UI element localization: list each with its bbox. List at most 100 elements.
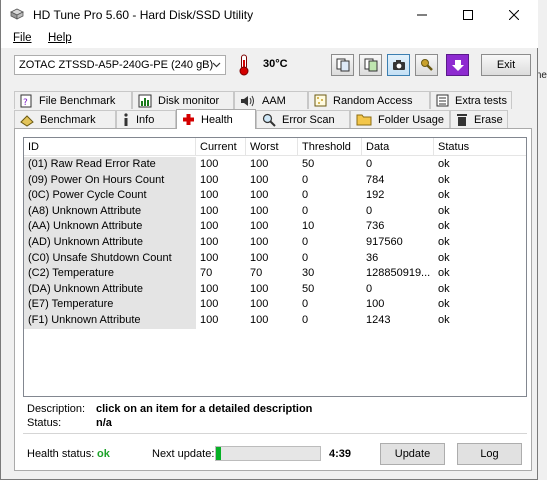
table-row[interactable]: (09) Power On Hours Count 100 100 0 784 ok: [24, 172, 526, 189]
folder-icon: [356, 114, 372, 126]
drive-select[interactable]: ZOTAC ZTSSD-A5P-240G-PE (240 gB): [14, 55, 226, 75]
description-label: Description:: [27, 403, 86, 415]
column-header-status[interactable]: Status: [434, 138, 528, 156]
cell-worst: 100: [250, 220, 269, 233]
column-header-data[interactable]: Data: [362, 138, 434, 156]
magnifier-icon: [262, 113, 276, 127]
cell-worst: 100: [250, 314, 269, 326]
cell-id: (AA) Unknown Attribute: [24, 219, 196, 235]
tab-file-benchmark[interactable]: ? File Benchmark: [14, 91, 132, 109]
health-cross-icon: [183, 114, 194, 125]
health-status-label: Health status:: [27, 448, 95, 460]
save-info-button[interactable]: [359, 54, 382, 76]
cell-data: 1243: [366, 314, 391, 326]
cell-threshold: 0: [302, 314, 309, 326]
cell-current: 100: [200, 173, 219, 186]
cell-id: (F1) Unknown Attribute: [24, 313, 196, 329]
table-row[interactable]: (DA) Unknown Attribute 100 100 50 0 ok: [24, 281, 526, 298]
tab-label: Extra tests: [455, 94, 507, 107]
maximize-button[interactable]: [445, 0, 491, 30]
tab-erase[interactable]: Erase: [450, 110, 508, 128]
status-label: Status:: [27, 417, 62, 429]
minimize-button[interactable]: [399, 0, 445, 30]
arrow-down-icon: [451, 60, 464, 71]
column-header-current[interactable]: Current: [196, 138, 246, 156]
table-row[interactable]: (0C) Power Cycle Count 100 100 0 192 ok: [24, 188, 526, 204]
cell-data: 128850919...: [366, 267, 431, 280]
tab-label: AAM: [262, 94, 286, 107]
tab-aam[interactable]: AAM: [234, 91, 308, 109]
cell-current: 100: [200, 251, 219, 264]
table-row[interactable]: (E7) Temperature 100 100 0 100 ok: [24, 297, 526, 313]
cell-threshold: 0: [302, 251, 309, 264]
column-header-worst[interactable]: Worst: [246, 138, 298, 156]
table-row[interactable]: (AD) Unknown Attribute 100 100 0 917560 ok: [24, 235, 526, 251]
next-update-time: 4:39: [329, 448, 352, 460]
copy-info-button[interactable]: [331, 54, 354, 76]
exit-button[interactable]: Exit: [481, 54, 531, 76]
cell-status: ok: [438, 158, 450, 170]
wrench-icon: [420, 59, 433, 71]
menu-help[interactable]: Help: [48, 32, 72, 44]
cell-id: (01) Raw Read Error Rate: [24, 157, 196, 173]
cell-threshold: 50: [302, 158, 315, 170]
close-button[interactable]: [491, 0, 537, 30]
temperature-readout: 30°C: [263, 58, 288, 70]
cell-current: 100: [200, 189, 219, 202]
cell-status: ok: [438, 314, 450, 326]
app-window: HD Tune Pro 5.60 - Hard Disk/SSD Utility…: [0, 0, 538, 480]
tab-info[interactable]: Info: [116, 110, 176, 128]
cell-status: ok: [438, 267, 450, 280]
close-icon: [509, 10, 519, 20]
cell-id: (A8) Unknown Attribute: [24, 203, 196, 220]
tab-label: Info: [136, 113, 155, 126]
cell-worst: 100: [250, 173, 269, 186]
cell-threshold: 0: [302, 298, 309, 311]
cell-id: (0C) Power Cycle Count: [24, 188, 196, 204]
speaker-icon: [241, 95, 254, 106]
column-header-threshold[interactable]: Threshold: [298, 138, 362, 156]
tab-error-scan[interactable]: Error Scan: [256, 110, 350, 128]
table-row[interactable]: (01) Raw Read Error Rate 100 100 50 0 ok: [24, 157, 526, 173]
table-row[interactable]: (AA) Unknown Attribute 100 100 10 736 ok: [24, 219, 526, 235]
tab-folder-usage[interactable]: Folder Usage: [350, 110, 450, 128]
table-row[interactable]: (C2) Temperature 70 70 30 128850919... ok: [24, 266, 526, 282]
tab-benchmark[interactable]: Benchmark: [14, 110, 116, 128]
tab-random-access[interactable]: Random Access: [308, 91, 430, 109]
cell-worst: 100: [250, 189, 269, 202]
menu-file[interactable]: File: [13, 32, 32, 44]
cell-status: ok: [438, 173, 450, 186]
health-status-value: ok: [97, 448, 110, 460]
tab-extra-tests[interactable]: Extra tests: [430, 91, 512, 109]
cell-status: ok: [438, 189, 450, 202]
cell-data: 0: [366, 158, 373, 170]
cell-id: (E7) Temperature: [24, 297, 196, 313]
table-row[interactable]: (F1) Unknown Attribute 100 100 0 1243 ok: [24, 313, 526, 329]
smart-attribute-list[interactable]: ID Current Worst Threshold Data Status (…: [23, 137, 527, 397]
log-button[interactable]: Log: [457, 443, 522, 465]
table-row[interactable]: (A8) Unknown Attribute 100 100 0 0 ok: [24, 203, 526, 220]
download-button[interactable]: [446, 54, 469, 76]
cell-current: 100: [200, 236, 219, 248]
options-button[interactable]: [415, 54, 438, 76]
cell-current: 100: [200, 158, 219, 170]
cell-threshold: 0: [302, 236, 309, 248]
minimize-icon: [417, 14, 427, 16]
update-button[interactable]: Update: [380, 443, 445, 465]
tab-disk-monitor[interactable]: Disk monitor: [132, 91, 234, 109]
cell-worst: 100: [250, 158, 269, 170]
cell-current: 100: [200, 282, 219, 295]
window-title: HD Tune Pro 5.60 - Hard Disk/SSD Utility: [33, 8, 254, 22]
svg-text:?: ?: [23, 98, 28, 108]
cell-data: 192: [366, 189, 385, 202]
tab-health[interactable]: Health: [176, 109, 256, 129]
cell-status: ok: [438, 282, 450, 295]
cell-threshold: 10: [302, 220, 315, 233]
table-row[interactable]: (C0) Unsafe Shutdown Count 100 100 0 36 ok: [24, 250, 526, 267]
screenshot-button[interactable]: [387, 54, 410, 76]
random-access-icon: [314, 94, 327, 107]
cell-worst: 100: [250, 236, 269, 248]
toolbar: ZOTAC ZTSSD-A5P-240G-PE (240 gB) 30°C Ex…: [1, 48, 538, 82]
column-header-id[interactable]: ID: [24, 138, 196, 156]
health-panel: ID Current Worst Threshold Data Status (…: [14, 128, 532, 471]
